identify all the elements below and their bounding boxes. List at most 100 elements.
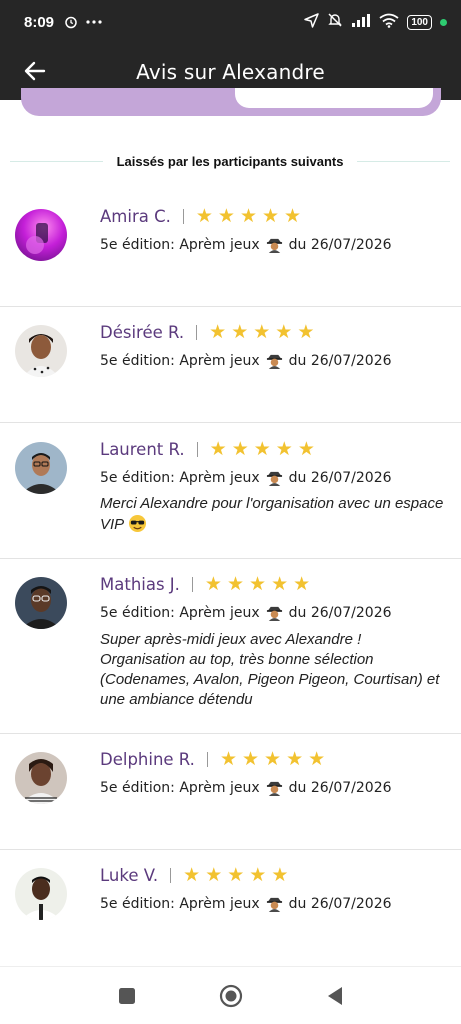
- wifi-icon: [379, 13, 399, 32]
- separator: [206, 752, 208, 767]
- edition-date: du 26/07/2026: [288, 779, 392, 796]
- alarm-icon: [64, 15, 78, 29]
- divider-right: [357, 160, 451, 162]
- reviewer-name[interactable]: Laurent R.: [100, 440, 185, 459]
- reviewer-name[interactable]: Désirée R.: [100, 323, 184, 342]
- review-edition: 5e édition: Aprèm jeux du 26/07/2026: [100, 895, 392, 912]
- home-button[interactable]: [218, 983, 244, 1009]
- arrow-left-icon: [24, 61, 46, 81]
- star-icon: ★: [195, 205, 213, 227]
- reviewer-name[interactable]: Amira C.: [100, 207, 171, 226]
- status-bar: 8:09 100: [0, 0, 461, 44]
- separator: [196, 325, 198, 340]
- review-item: Laurent R. ★ ★ ★ ★ ★ 5e édition: Aprèm jeux …: [0, 423, 461, 559]
- edition-text: 5e édition: Aprèm jeux: [100, 236, 260, 253]
- spy-emoji-icon: [266, 354, 282, 369]
- star-icon: ★: [183, 864, 201, 886]
- star-rating: ★ ★ ★ ★ ★: [210, 440, 315, 459]
- more-icon: [86, 19, 102, 25]
- review-edition: 5e édition: Aprèm jeux du 26/07/2026: [100, 236, 392, 253]
- star-icon: ★: [293, 573, 311, 595]
- star-icon: ★: [271, 573, 289, 595]
- reviewer-name[interactable]: Mathias J.: [100, 575, 180, 594]
- star-icon: ★: [217, 205, 235, 227]
- star-icon: ★: [286, 748, 304, 770]
- separator: [170, 868, 172, 883]
- tab-strip[interactable]: [21, 88, 441, 116]
- star-icon: ★: [231, 321, 249, 343]
- system-back-button[interactable]: [322, 983, 348, 1009]
- status-time: 8:09: [24, 13, 55, 31]
- review-comment: Super après-midi jeux avec Alexandre ! O…: [100, 631, 440, 708]
- separator: [182, 209, 184, 224]
- star-rating: ★ ★ ★ ★ ★: [209, 323, 314, 342]
- star-icon: ★: [241, 748, 260, 770]
- edition-text: 5e édition: Aprèm jeux: [100, 895, 260, 912]
- back-triangle-icon: [327, 986, 342, 1005]
- sunglasses-emoji-icon: [129, 514, 147, 533]
- star-icon: ★: [209, 438, 227, 460]
- edition-date: du 26/07/2026: [288, 604, 392, 621]
- edition-date: du 26/07/2026: [288, 352, 392, 369]
- avatar[interactable]: [15, 209, 67, 261]
- star-rating: ★ ★ ★ ★ ★: [196, 207, 301, 226]
- star-icon: ★: [262, 205, 280, 227]
- star-icon: ★: [253, 321, 271, 343]
- back-button[interactable]: [20, 56, 50, 86]
- edition-text: 5e édition: Aprèm jeux: [100, 604, 260, 621]
- location-icon: [304, 12, 320, 32]
- star-icon: ★: [239, 205, 257, 227]
- battery-icon: 100: [407, 14, 432, 30]
- star-icon: ★: [253, 438, 271, 460]
- section-heading-label: Laissés par les participants suivants: [116, 153, 344, 169]
- edition-date: du 26/07/2026: [288, 895, 392, 912]
- star-icon: ★: [227, 864, 245, 886]
- avatar[interactable]: [15, 442, 67, 494]
- star-icon: ★: [297, 438, 315, 460]
- home-circle-icon: [219, 984, 242, 1007]
- star-icon: ★: [205, 864, 223, 886]
- star-rating: ★ ★ ★ ★ ★: [205, 575, 310, 594]
- review-edition: 5e édition: Aprèm jeux du 26/07/2026: [100, 779, 392, 796]
- avatar[interactable]: [15, 752, 67, 804]
- edition-text: 5e édition: Aprèm jeux: [100, 469, 260, 486]
- review-item: Luke V. ★ ★ ★ ★ ★ 5e édition: Aprèm jeux du …: [0, 850, 461, 966]
- recents-square-icon: [118, 987, 135, 1004]
- page-title: Avis sur Alexandre: [136, 60, 325, 84]
- avatar[interactable]: [15, 325, 67, 377]
- review-comment: Merci Alexandre pour l'organisation avec…: [100, 494, 450, 535]
- star-icon: ★: [275, 438, 293, 460]
- review-item: Désirée R. ★ ★ ★ ★ ★ 5e édition: Aprèm jeux …: [0, 307, 461, 423]
- spy-emoji-icon: [266, 238, 282, 253]
- review-item: Amira C. ★ ★ ★ ★ ★ 5e édition: Aprèm jeux du…: [0, 190, 461, 307]
- star-icon: ★: [231, 438, 249, 460]
- avatar[interactable]: [15, 577, 67, 629]
- system-nav-bar: [0, 966, 461, 1024]
- star-icon: ★: [219, 748, 237, 770]
- tab-active[interactable]: [235, 88, 433, 108]
- mute-icon: [327, 12, 343, 32]
- recents-button[interactable]: [114, 983, 140, 1009]
- star-rating: ★ ★ ★ ★ ★: [183, 866, 288, 885]
- review-item: Mathias J. ★ ★ ★ ★ ★ 5e édition: Aprèm jeux …: [0, 559, 461, 734]
- separator: [196, 442, 198, 457]
- separator: [191, 577, 193, 592]
- star-icon: ★: [284, 205, 302, 227]
- spy-emoji-icon: [266, 471, 282, 486]
- star-icon: ★: [264, 748, 282, 770]
- spy-emoji-icon: [266, 781, 282, 796]
- star-icon: ★: [249, 573, 267, 595]
- avatar[interactable]: [15, 868, 67, 920]
- signal-icon: [351, 13, 371, 31]
- star-icon: ★: [297, 321, 315, 343]
- spy-emoji-icon: [266, 897, 282, 912]
- star-icon: ★: [271, 864, 289, 886]
- star-icon: ★: [275, 321, 293, 343]
- spy-emoji-icon: [266, 606, 282, 621]
- reviewer-name[interactable]: Luke V.: [100, 866, 158, 885]
- privacy-indicator-dot: [440, 18, 447, 26]
- divider-left: [10, 160, 103, 162]
- review-comment-text: Merci Alexandre pour l'organisation avec…: [100, 495, 444, 533]
- star-icon: ★: [308, 748, 326, 770]
- reviewer-name[interactable]: Delphine R.: [100, 750, 195, 769]
